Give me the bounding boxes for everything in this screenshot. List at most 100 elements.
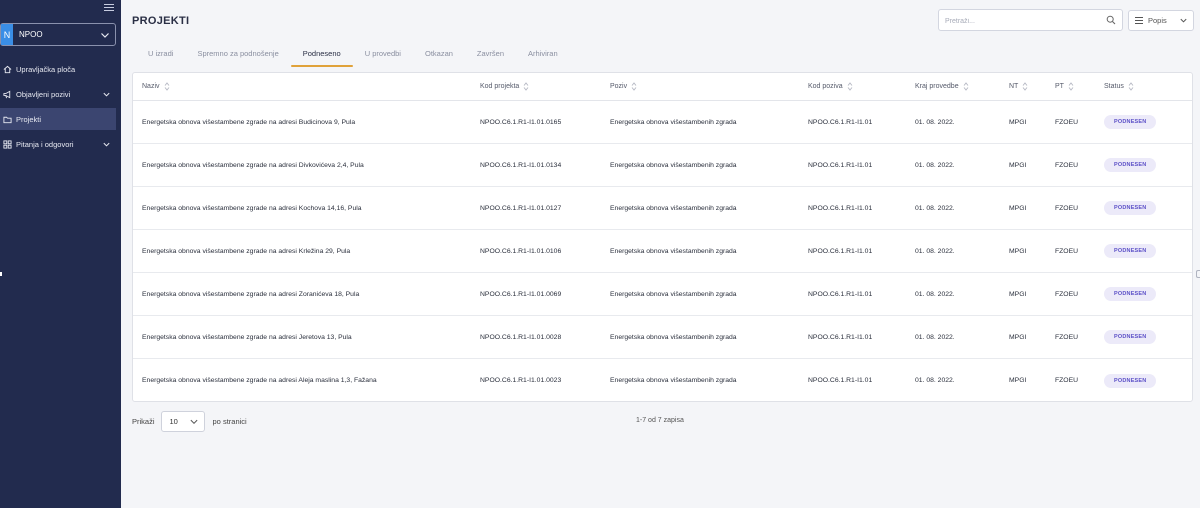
- column-header-poziv[interactable]: Poziv: [610, 82, 808, 91]
- column-header-pt[interactable]: PT: [1055, 82, 1104, 91]
- view-mode-select[interactable]: Popis: [1128, 10, 1194, 31]
- cell-kod-poziva: NPOO.C6.1.R1-I1.01: [808, 377, 873, 384]
- sort-icon: [1022, 82, 1028, 91]
- sidebar-item-published-calls[interactable]: Objavljeni pozivi: [0, 83, 121, 105]
- table-row[interactable]: Energetska obnova višestambene zgrade na…: [133, 359, 1192, 402]
- sidebar-item-dashboard[interactable]: Upravljačka ploča: [0, 58, 121, 80]
- sort-icon: [963, 82, 968, 91]
- cell-nt: MPGI: [1009, 290, 1027, 298]
- tab-podneseno[interactable]: Podneseno: [290, 47, 353, 67]
- cell-kraj-provedbe: 01. 08. 2022.: [915, 247, 955, 255]
- sidebar-resize-handle[interactable]: [0, 272, 2, 276]
- sidebar-item-label: Objavljeni pozivi: [16, 89, 71, 99]
- sidebar-item-qa[interactable]: Pitanja i odgovori: [0, 133, 121, 155]
- tab-spremno-za-podnosenje[interactable]: Spremno za podnošenje: [185, 47, 290, 67]
- status-badge: PODNESEN: [1104, 287, 1157, 301]
- cell-kod-poziva: NPOO.C6.1.R1-I1.01: [808, 204, 873, 212]
- table-row[interactable]: Energetska obnova višestambene zgrade na…: [133, 230, 1192, 273]
- column-header-kod-projekta[interactable]: Kod projekta: [480, 82, 610, 91]
- home-icon: [2, 64, 12, 74]
- table-row[interactable]: Energetska obnova višestambene zgrade na…: [133, 187, 1192, 230]
- column-header-label: NT: [1009, 83, 1019, 90]
- column-header-naziv[interactable]: Naziv: [133, 82, 480, 91]
- collapse-menu-icon[interactable]: [104, 4, 114, 13]
- search-input[interactable]: [939, 11, 1099, 32]
- cell-nt: MPGI: [1009, 247, 1027, 255]
- cell-nt: MPGI: [1009, 161, 1027, 169]
- column-header-label: Status: [1104, 83, 1124, 90]
- cell-poziv: Energetska obnova višestambenih zgrada: [610, 377, 737, 384]
- cell-naziv: Energetska obnova višestambene zgrade na…: [142, 161, 364, 169]
- cell-kod-projekta: NPOO.C6.1.R1-I1.01.0127: [480, 204, 562, 212]
- column-header-label: Naziv: [142, 83, 160, 90]
- view-mode-label: Popis: [1148, 16, 1167, 25]
- chevron-down-icon: [101, 32, 109, 38]
- cell-kod-poziva: NPOO.C6.1.R1-I1.01: [808, 247, 873, 255]
- cell-naziv: Energetska obnova višestambene zgrade na…: [142, 247, 351, 255]
- cell-naziv: Energetska obnova višestambene zgrade na…: [142, 118, 356, 126]
- status-badge: PODNESEN: [1104, 158, 1157, 172]
- column-header-status[interactable]: Status: [1104, 82, 1184, 91]
- page-title: PROJEKTI: [132, 15, 190, 27]
- column-header-label: PT: [1055, 83, 1064, 90]
- cell-naziv: Energetska obnova višestambene zgrade na…: [142, 204, 362, 212]
- folder-icon: [2, 114, 12, 124]
- cell-nt: MPGI: [1009, 204, 1027, 212]
- per-page-suffix: po stranici: [212, 417, 247, 426]
- org-name: NPOO: [19, 30, 43, 39]
- cell-naziv: Energetska obnova višestambene zgrade na…: [142, 290, 360, 298]
- table-footer: Prikaži 10 po stranici 1-7 od 7 zapisa: [132, 411, 1193, 432]
- cell-status: PODNESEN: [1104, 244, 1184, 258]
- sort-icon: [523, 82, 529, 91]
- tab-u-izradi[interactable]: U izradi: [136, 47, 185, 67]
- sidebar-item-projects[interactable]: Projekti: [0, 108, 116, 130]
- cell-pt: FZOEU: [1055, 204, 1079, 212]
- cell-kod-projekta: NPOO.C6.1.R1-I1.01.0165: [480, 118, 562, 126]
- megaphone-icon: [2, 89, 12, 99]
- qa-icon: [2, 139, 12, 149]
- cell-kod-poziva: NPOO.C6.1.R1-I1.01: [808, 333, 873, 341]
- tab-zavrsen[interactable]: Završen: [465, 47, 516, 67]
- cell-kraj-provedbe: 01. 08. 2022.: [915, 377, 955, 384]
- cell-kraj-provedbe: 01. 08. 2022.: [915, 333, 955, 341]
- search-icon[interactable]: [1106, 15, 1116, 25]
- sidebar-item-label: Upravljačka ploča: [16, 64, 76, 74]
- sidebar: N NPOO Upravljačka ploča Objavljeni pozi…: [0, 0, 121, 508]
- tab-u-provedbi[interactable]: U provedbi: [353, 47, 413, 67]
- cell-kod-poziva: NPOO.C6.1.R1-I1.01: [808, 118, 873, 126]
- projects-table: Naziv Kod projekta Poziv Kod poziva Kraj…: [132, 72, 1193, 402]
- tab-arhiviran[interactable]: Arhiviran: [516, 47, 570, 67]
- cell-status: PODNESEN: [1104, 330, 1184, 344]
- sort-icon: [847, 82, 852, 91]
- column-header-kraj-provedbe[interactable]: Kraj provedbe: [915, 82, 1009, 91]
- table-row[interactable]: Energetska obnova višestambene zgrade na…: [133, 273, 1192, 316]
- cell-poziv: Energetska obnova višestambenih zgrada: [610, 204, 737, 212]
- cell-poziv: Energetska obnova višestambenih zgrada: [610, 161, 737, 169]
- table-row[interactable]: Energetska obnova višestambene zgrade na…: [133, 144, 1192, 187]
- cell-pt: FZOEU: [1055, 161, 1079, 169]
- chevron-down-icon: [1180, 18, 1187, 23]
- side-panel-toggle[interactable]: [1196, 270, 1200, 278]
- table-row[interactable]: Energetska obnova višestambene zgrade na…: [133, 101, 1192, 144]
- cell-kod-projekta: NPOO.C6.1.R1-I1.01.0134: [480, 161, 562, 169]
- status-badge: PODNESEN: [1104, 201, 1157, 215]
- cell-kraj-provedbe: 01. 08. 2022.: [915, 118, 955, 126]
- status-tabs: U izradi Spremno za podnošenje Podneseno…: [136, 47, 570, 69]
- org-badge: N: [1, 24, 13, 45]
- sort-icon: [164, 82, 169, 91]
- cell-poziv: Energetska obnova višestambenih zgrada: [610, 118, 737, 126]
- status-badge: PODNESEN: [1104, 330, 1157, 344]
- list-icon: [1135, 17, 1143, 24]
- table-row[interactable]: Energetska obnova višestambene zgrade na…: [133, 316, 1192, 359]
- organization-select[interactable]: N NPOO: [0, 23, 116, 46]
- column-header-nt[interactable]: NT: [1009, 82, 1055, 91]
- cell-poziv: Energetska obnova višestambenih zgrada: [610, 290, 737, 298]
- tab-otkazan[interactable]: Otkazan: [413, 47, 465, 67]
- status-badge: PODNESEN: [1104, 373, 1157, 388]
- per-page-select[interactable]: 10: [160, 411, 205, 432]
- cell-kod-poziva: NPOO.C6.1.R1-I1.01: [808, 161, 873, 169]
- search-box: [938, 9, 1123, 32]
- column-header-kod-poziva[interactable]: Kod poziva: [808, 82, 915, 91]
- cell-poziv: Energetska obnova višestambenih zgrada: [610, 333, 737, 341]
- cell-status: PODNESEN: [1104, 201, 1184, 215]
